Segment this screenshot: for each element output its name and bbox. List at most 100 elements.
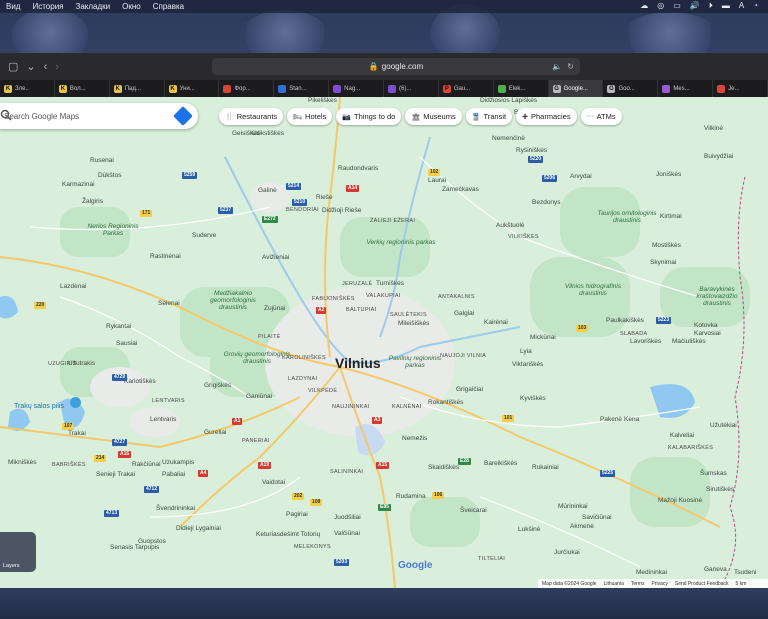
park-label[interactable]: Pavilnių regioninis parkas [380,355,450,369]
chip-restaurants[interactable]: 🍴 Restaurants [219,108,284,125]
place-label[interactable]: Juodšiliai [334,514,361,521]
place-label[interactable]: Dūkštos [98,172,121,179]
audio-icon[interactable]: 🔈 [552,62,562,71]
volume-icon[interactable]: 🔊 [690,1,700,11]
place-label[interactable]: Šveicarai [460,507,487,514]
browser-tab[interactable]: (6)... [384,80,439,97]
district-label[interactable]: VALAKUPIAI [366,293,401,299]
district-label[interactable]: ŽALIEJI EŽERAI [370,218,415,224]
menu-bookmarks[interactable]: Закладки [76,2,111,11]
district-label[interactable]: TILTELIAI [478,556,505,562]
chip-pharmacies[interactable]: ✚ Pharmacies [516,108,577,125]
browser-tab[interactable]: P Gau... [439,80,494,97]
browser-tab[interactable]: Mes... [658,80,714,97]
place-label[interactable]: Užutėkiai [710,422,737,429]
place-label[interactable]: Grigaičiai [456,386,483,393]
place-label[interactable]: Mileišiškės [398,320,429,327]
place-label[interactable]: Kalveliai [670,432,694,439]
chip-things-to-do[interactable]: 📷 Things to do [336,108,402,125]
browser-tab[interactable]: Nag... [329,80,385,97]
keyboard-layout-icon[interactable]: A [739,1,744,11]
address-bar[interactable]: 🔒 google.com 🔈 ↻ [212,58,580,75]
district-label[interactable]: SALININKAI [330,469,363,475]
place-label[interactable]: Lazdėnai [60,283,86,290]
place-label[interactable]: Lavoriškės [630,338,661,345]
place-label[interactable]: Senasis Tarpupis [110,544,159,551]
place-label[interactable]: Paulkakiškės [606,317,644,324]
place-label[interactable]: Žalgiris [82,198,103,205]
district-label[interactable]: LAZDYNAI [288,376,317,382]
place-label[interactable]: Pikeliškės [308,97,337,104]
place-label[interactable]: Sirutiškės [706,486,734,493]
place-label[interactable]: Trakai [68,430,86,437]
park-label[interactable]: Grovių geomorfologinis draustinis [222,351,292,365]
place-label[interactable]: Pagiriai [286,511,308,518]
place-label[interactable]: Rukainiai [532,464,559,471]
place-label[interactable]: Kariotiškės [124,378,156,385]
place-label[interactable]: Rokantiškės [428,399,463,406]
browser-tab[interactable]: Je... [713,80,768,97]
place-label[interactable]: Sausiai [116,340,137,347]
place-label[interactable]: Kirtimai [660,213,682,220]
place-label[interactable]: Tsudeni [734,569,756,576]
district-label[interactable]: VILKIŠKĖS [508,234,539,240]
place-label[interactable]: Uzukampis [162,459,194,466]
district-label[interactable]: BALTUPIAI [346,307,376,313]
place-label[interactable]: Raudondvaris [338,165,378,172]
district-label[interactable]: UZUGIRIS [48,361,77,367]
place-label[interactable]: Didžiosios Lapiškės [480,97,537,104]
chip-transit[interactable]: 🚆 Transit [465,108,513,125]
menu-window[interactable]: Окно [122,2,141,11]
district-label[interactable]: KALABARIŠKĖS [668,445,713,451]
privacy-link[interactable]: Privacy [651,581,667,587]
place-label[interactable]: Viktariškės [512,361,543,368]
park-label[interactable]: Nerios Regioninis Parkas [78,223,148,237]
place-label[interactable]: Karvosiai [694,330,721,337]
place-label[interactable]: Rakčiūnai [132,461,161,468]
wifi-icon[interactable]: ◔ [753,1,758,11]
country-link[interactable]: Lithuania [604,581,624,587]
chevron-down-icon[interactable]: ⌄ [26,60,35,73]
district-label[interactable]: ANTAKALNIS [438,294,475,300]
place-label[interactable]: Avižieniai [262,254,289,261]
scale-label[interactable]: 5 km [736,581,747,587]
browser-tab[interactable]: G Goo... [603,80,659,97]
place-label[interactable]: Didžioji Rieše [322,207,361,214]
district-label[interactable]: BENDORIAI [286,207,319,213]
district-label[interactable]: PILAITĖ [258,334,281,340]
chip-hotels[interactable]: 🛏 Hotels [287,108,333,125]
place-label[interactable]: Vaidotai [262,479,285,486]
place-label[interactable]: Laurai [428,177,446,184]
place-label[interactable]: Mickūnai [530,334,556,341]
place-label[interactable]: Arvydai [570,173,592,180]
terms-link[interactable]: Terms [631,581,645,587]
place-label[interactable]: Buivydžiai [704,153,733,160]
place-label[interactable]: Kena [624,416,639,423]
place-label[interactable]: Lyia [520,348,532,355]
district-label[interactable]: NAUJININKAI [332,404,370,410]
sidebar-toggle-icon[interactable]: ▢ [8,60,18,73]
place-label[interactable]: Keturiasdešimt Totorių [256,531,320,538]
place-label[interactable]: Turniškės [376,280,404,287]
place-label[interactable]: Grigiškės [204,382,231,389]
place-label[interactable]: Zamečkavas [442,186,479,193]
chip-atms[interactable]: ··· ATMs [580,108,622,125]
browser-tab[interactable]: K Вол... [55,80,110,97]
place-label[interactable]: Lukšinė [518,526,540,533]
place-label[interactable]: Mikniškės [8,459,37,466]
place-label[interactable]: Sėlenai [158,300,180,307]
reload-icon[interactable]: ↻ [567,62,574,71]
place-label[interactable]: Šumskas [700,470,727,477]
place-label[interactable]: Ganiūnai [246,393,272,400]
place-label[interactable]: Ryšiniškės [516,147,547,154]
district-label[interactable]: KALNĖNAI [392,404,422,410]
back-button[interactable]: ‹ [44,61,48,73]
poi-trakai-castle[interactable]: Trakų salos pilis [14,403,64,410]
district-label[interactable]: BABRIŠKĖS [52,462,86,468]
browser-tab[interactable]: G Google... [548,80,604,97]
place-label[interactable]: Galgiai [454,310,474,317]
place-label[interactable]: Bareikiškės [484,460,517,467]
place-label[interactable]: Kotovka [694,322,718,329]
place-label[interactable]: Pakenė [600,416,622,423]
directions-icon[interactable] [173,106,193,126]
